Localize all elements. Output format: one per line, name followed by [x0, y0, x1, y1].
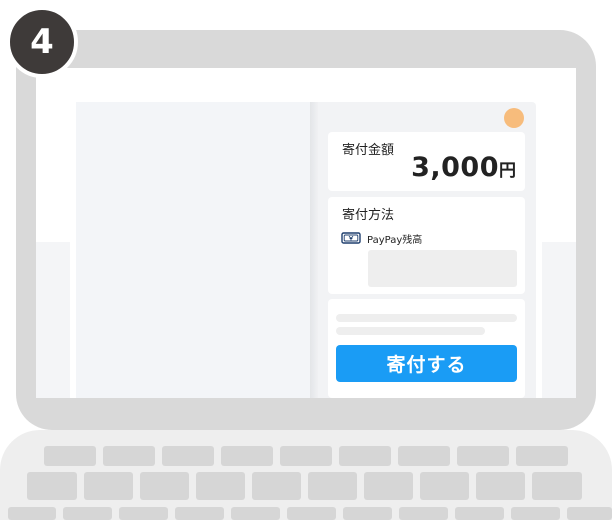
page-background-band-right: [542, 242, 576, 398]
placeholder-line: [336, 327, 485, 335]
keyboard-key: [398, 446, 450, 466]
keyboard-key: [196, 472, 245, 500]
yen-bill-icon: [341, 232, 361, 244]
keyboard-key: [280, 446, 332, 466]
keyboard-key: [119, 507, 168, 520]
keyboard-key: [8, 507, 56, 520]
keyboard-key: [532, 472, 582, 500]
payment-method-option[interactable]: PayPay残高: [341, 231, 423, 246]
keyboard-key: [308, 472, 357, 500]
keyboard-key: [162, 446, 214, 466]
keyboard-key: [44, 446, 96, 466]
amount-label: 寄付金額: [342, 143, 395, 158]
placeholder-line: [336, 314, 517, 322]
payment-method-label: 寄付方法: [342, 208, 395, 223]
laptop-screen: 寄付金額 3,000円 寄付方法 PayPay残高 寄付する: [36, 68, 576, 398]
balance-placeholder: [368, 250, 517, 287]
donate-button[interactable]: 寄付する: [336, 345, 517, 382]
page-background-band-left: [36, 242, 70, 398]
keyboard-key: [364, 472, 413, 500]
content-pane: [76, 102, 310, 398]
donation-amount-card: 寄付金額 3,000円: [328, 132, 525, 191]
keyboard-key: [420, 472, 469, 500]
payment-method-text: PayPay残高: [367, 234, 423, 246]
amount-number: 3,000: [411, 152, 499, 183]
keyboard-key: [511, 507, 560, 520]
submit-card: 寄付する: [328, 299, 525, 398]
keyboard-key: [339, 446, 391, 466]
keyboard-key: [476, 472, 525, 500]
keyboard-key: [63, 507, 112, 520]
keyboard-key: [231, 507, 280, 520]
keyboard-key: [457, 446, 509, 466]
donation-window: 寄付金額 3,000円 寄付方法 PayPay残高 寄付する: [76, 102, 536, 398]
keyboard-key: [399, 507, 448, 520]
keyboard-key: [140, 472, 189, 500]
keyboard-key: [343, 507, 392, 520]
amount-value: 3,000円: [411, 152, 516, 183]
keyboard-key: [567, 507, 612, 520]
keyboard-key: [252, 472, 301, 500]
keyboard-key: [175, 507, 224, 520]
pane-divider: [310, 102, 318, 398]
step-number-badge: 4: [6, 6, 78, 78]
payment-method-card: 寄付方法 PayPay残高: [328, 197, 525, 294]
keyboard-key: [84, 472, 133, 500]
avatar[interactable]: [504, 108, 524, 128]
amount-unit: 円: [499, 161, 516, 181]
keyboard-key: [103, 446, 155, 466]
keyboard-deck: [0, 430, 612, 520]
keyboard-key: [516, 446, 568, 466]
keyboard-key: [27, 472, 77, 500]
keyboard-key: [221, 446, 273, 466]
keyboard-key: [455, 507, 504, 520]
keyboard-key: [287, 507, 336, 520]
